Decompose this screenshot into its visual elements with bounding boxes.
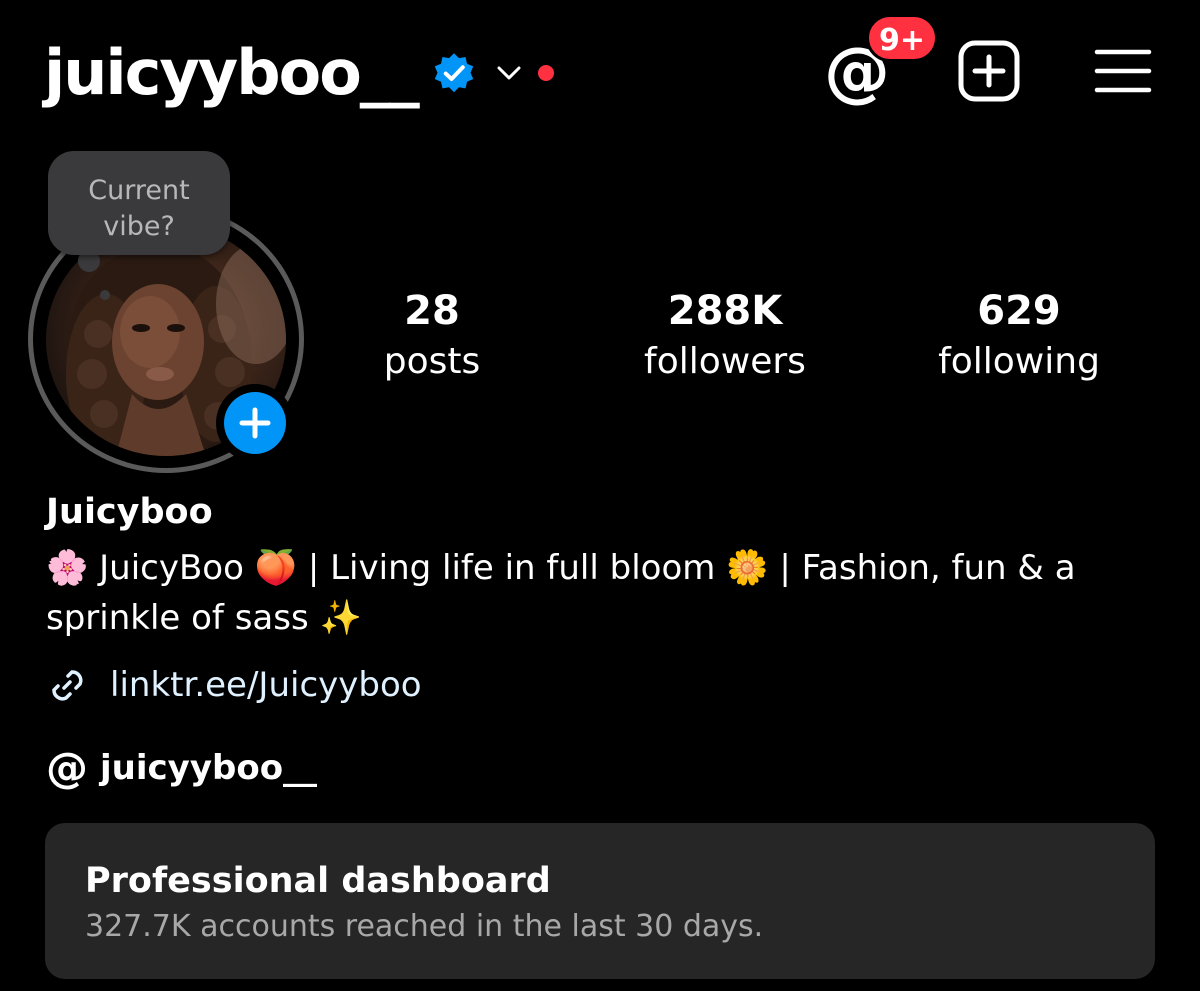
posts-label: posts: [383, 341, 481, 382]
create-button[interactable]: [958, 40, 1020, 102]
bio-link-text[interactable]: linktr.ee/Juicyyboo: [110, 660, 422, 710]
link-icon: [46, 664, 88, 706]
notification-dot: [537, 65, 554, 81]
hamburger-menu-icon: [1094, 49, 1152, 93]
professional-dashboard-card[interactable]: Professional dashboard 327.7K accounts r…: [45, 823, 1155, 979]
verified-badge-icon: [432, 51, 476, 95]
note-text: Current vibe?: [88, 175, 190, 242]
stat-followers[interactable]: 288K followers: [615, 288, 835, 390]
username-title: juicyyboo__: [44, 36, 420, 109]
followers-label: followers: [644, 341, 806, 382]
note-bubble-tail-small: [100, 290, 110, 300]
threads-handle: juicyyboo__: [100, 748, 318, 788]
threads-profile-link[interactable]: @ juicyyboo__: [46, 744, 317, 792]
posts-count: 28: [404, 288, 460, 334]
note-bubble[interactable]: Current vibe?: [48, 151, 230, 255]
display-name: Juicyboo: [46, 492, 213, 532]
add-story-button[interactable]: [216, 384, 294, 462]
plus-icon: [239, 407, 271, 439]
plus-square-icon: [958, 40, 1020, 102]
menu-button[interactable]: [1094, 46, 1152, 96]
threads-notification-badge: 9+: [866, 14, 938, 62]
following-label: following: [938, 341, 1100, 382]
add-story-circle: [224, 392, 286, 454]
followers-count: 288K: [667, 288, 783, 334]
profile-header: juicyyboo__ @ 9+: [0, 0, 1200, 150]
stat-posts[interactable]: 28 posts: [322, 288, 542, 390]
chevron-down-icon[interactable]: [496, 63, 522, 83]
stat-following[interactable]: 629 following: [909, 288, 1129, 390]
dashboard-subtitle: 327.7K accounts reached in the last 30 d…: [85, 909, 764, 944]
bio-text: 🌸 JuicyBoo 🍑 | Living life in full bloom…: [46, 548, 1076, 638]
dashboard-title: Professional dashboard: [85, 861, 551, 901]
following-count: 629: [977, 288, 1061, 334]
bio-link[interactable]: linktr.ee/Juicyyboo: [46, 660, 422, 710]
threads-icon: @: [46, 743, 88, 792]
account-switcher[interactable]: juicyyboo__: [44, 28, 554, 118]
